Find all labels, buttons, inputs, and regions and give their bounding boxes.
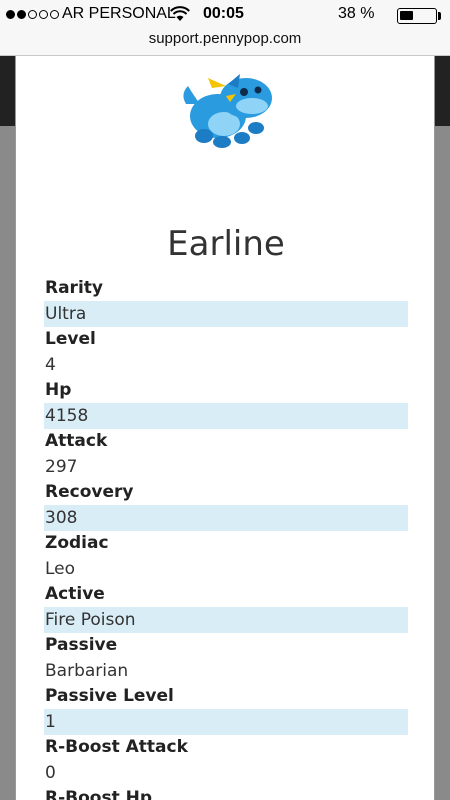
- stat-label: Active: [45, 584, 105, 604]
- stat-rarity: Rarity Ultra: [44, 276, 408, 327]
- stat-label: Rarity: [45, 278, 103, 298]
- stat-label: Level: [45, 329, 96, 349]
- cell-signal-icon: [6, 10, 59, 19]
- stat-value: 308: [44, 505, 408, 531]
- monster-detail-modal: Earline Rarity Ultra Level 4 Hp 4158 Attack…: [15, 56, 435, 800]
- url-text: support.pennypop.com: [148, 30, 302, 47]
- stat-value: 4: [45, 355, 56, 375]
- status-bar: AR PERSONAL 00:05 38 %: [0, 0, 450, 30]
- stat-value: 0: [45, 763, 56, 783]
- stat-passive-level: Passive Level 1: [44, 684, 408, 735]
- stat-passive: Passive Barbarian: [44, 633, 408, 684]
- stat-value: 297: [45, 457, 78, 477]
- stat-value: Barbarian: [45, 661, 129, 681]
- carrier-name: AR PERSONAL: [62, 5, 176, 22]
- stat-attack: Attack 297: [44, 429, 408, 480]
- wifi-icon: [170, 6, 190, 21]
- stat-zodiac: Zodiac Leo: [44, 531, 408, 582]
- stat-value: Ultra: [44, 301, 408, 327]
- stat-r-boost-hp: R-Boost Hp: [44, 786, 408, 800]
- monster-name: Earline: [167, 224, 285, 264]
- stat-label: R-Boost Hp: [45, 788, 153, 800]
- battery-percentage: 38 %: [338, 5, 375, 22]
- stat-label: R-Boost Attack: [45, 737, 188, 757]
- battery-cap: [438, 12, 441, 20]
- stat-recovery: Recovery 308: [44, 480, 408, 531]
- blue-creature-icon: [183, 74, 272, 148]
- battery-icon: [397, 8, 437, 24]
- stat-value: Fire Poison: [44, 607, 408, 633]
- clock: 00:05: [203, 5, 244, 22]
- address-bar[interactable]: support.pennypop.com: [0, 30, 450, 56]
- stat-label: Hp: [45, 380, 72, 400]
- stat-r-boost-attack: R-Boost Attack 0: [44, 735, 408, 786]
- stat-active: Active Fire Poison: [44, 582, 408, 633]
- stat-value: Leo: [45, 559, 76, 579]
- stat-label: Recovery: [45, 482, 134, 502]
- stat-value: 4158: [44, 403, 408, 429]
- stat-label: Passive: [45, 635, 118, 655]
- stat-value: 1: [44, 709, 408, 735]
- stat-hp: Hp 4158: [44, 378, 408, 429]
- stat-label: Attack: [45, 431, 108, 451]
- stat-label: Zodiac: [45, 533, 109, 553]
- stat-label: Passive Level: [45, 686, 174, 706]
- stats-list: Rarity Ultra Level 4 Hp 4158 Attack 297 Reco…: [44, 276, 408, 800]
- stat-level: Level 4: [44, 327, 408, 378]
